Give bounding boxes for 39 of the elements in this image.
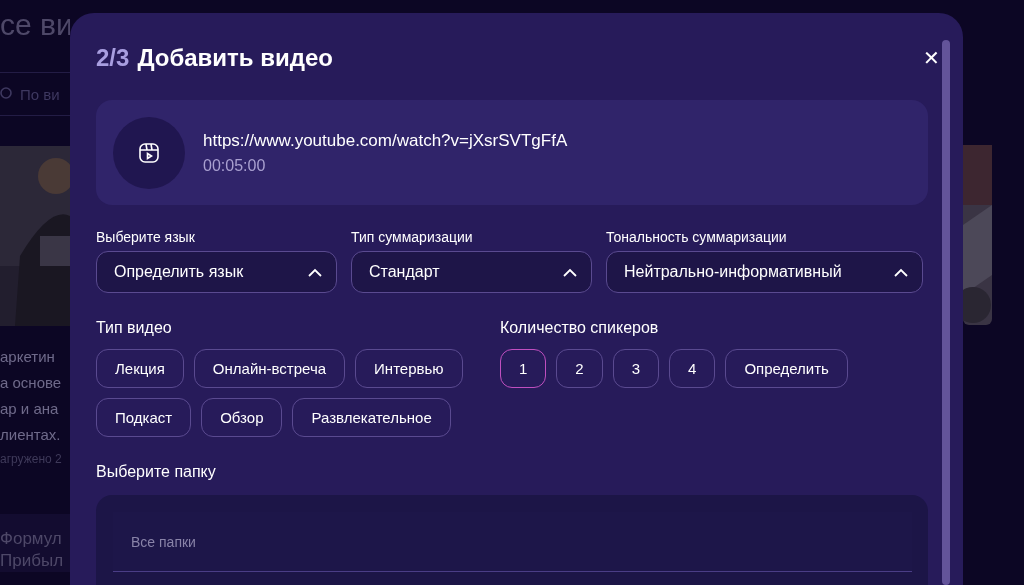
speaker-count-chip[interactable]: 1 (500, 349, 547, 388)
folder-picker[interactable]: Все папки (96, 495, 928, 585)
card-text: Формул (0, 528, 63, 550)
scrollbar[interactable] (942, 40, 950, 585)
card-text: лиентах. (0, 425, 62, 445)
page-heading: се ви (0, 8, 70, 43)
dropdown[interactable]: Нейтрально-информативный (606, 251, 923, 293)
video-url: https://www.youtube.com/watch?v=jXsrSVTgFfA (203, 130, 568, 151)
speaker-count-chip[interactable]: Определить (725, 349, 848, 388)
video-icon (137, 140, 161, 165)
video-type-chip[interactable]: Интервью (355, 349, 463, 388)
card-text: ар и ана (0, 399, 60, 419)
section-label: Количество спикеров (500, 319, 660, 337)
modal-title: 2/3 Добавить видео (96, 44, 334, 72)
speaker-count-chip[interactable]: 2 (556, 349, 603, 388)
dropdown[interactable]: Стандарт (351, 251, 592, 293)
card-text: Прибыл (0, 550, 65, 572)
chevron-up-icon (308, 267, 322, 277)
video-type-chip[interactable]: Развлекательное (292, 398, 451, 437)
field-label: Тип суммаризации (351, 229, 474, 245)
video-type-chip[interactable]: Онлайн-встреча (193, 349, 346, 388)
section-label: Выберите папку (96, 463, 217, 481)
video-duration: 00:05:00 (203, 156, 267, 175)
speaker-count-chip[interactable]: 3 (612, 349, 660, 388)
card-text: а основе (0, 373, 63, 393)
dropdown[interactable]: Определить язык (96, 251, 337, 293)
chevron-up-icon (894, 267, 908, 277)
card-text: аркетин (0, 347, 56, 367)
video-type-chip[interactable]: Лекция (96, 349, 184, 388)
field-label: Тональность суммаризации (606, 229, 788, 245)
search-placeholder: По ви (20, 85, 60, 103)
video-type-chip[interactable]: Обзор (201, 398, 283, 437)
chevron-up-icon (563, 267, 577, 277)
close-button[interactable]: ✕ (923, 46, 940, 70)
field-label: Выберите язык (96, 229, 196, 245)
speaker-count-chip[interactable]: 4 (669, 349, 716, 388)
section-label: Тип видео (96, 319, 173, 337)
video-type-chip[interactable]: Подкаст (96, 398, 192, 437)
search-icon (0, 86, 14, 102)
